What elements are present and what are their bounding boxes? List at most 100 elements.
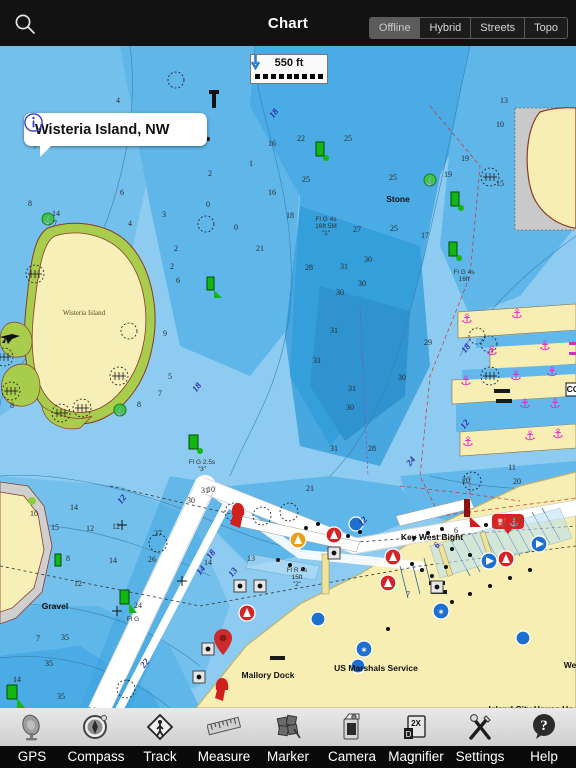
svg-text:Fl G: Fl G bbox=[127, 616, 139, 623]
svg-text:"2": "2" bbox=[293, 581, 302, 588]
depth-sounding: 25 bbox=[389, 173, 397, 182]
map-label: Key West Bight bbox=[401, 532, 463, 542]
depth-sounding: 7 bbox=[53, 219, 57, 228]
place-callout[interactable]: Wisteria Island, NW bbox=[24, 113, 208, 157]
svg-text:"3": "3" bbox=[198, 466, 207, 473]
svg-text:15ft: 15ft bbox=[292, 574, 303, 581]
depth-sounding: 10 bbox=[30, 509, 38, 518]
depth-sounding: 25 bbox=[390, 224, 398, 233]
depth-sounding: 12 bbox=[74, 579, 82, 588]
scale-tick bbox=[255, 74, 260, 79]
magnifier-2x-icon[interactable]: 2X D bbox=[384, 708, 448, 746]
svg-text:Fl G 2.5s: Fl G 2.5s bbox=[189, 459, 216, 466]
depth-sounding: 25 bbox=[302, 175, 310, 184]
toolbar-label-help[interactable]: Help bbox=[512, 746, 576, 768]
scale-tick bbox=[278, 74, 284, 79]
depth-sounding: 14 bbox=[13, 675, 21, 684]
depth-sounding: 12 bbox=[112, 522, 120, 531]
map-label: Wisteria Island bbox=[63, 309, 106, 317]
svg-text:?: ? bbox=[540, 718, 548, 734]
depth-sounding: 31 bbox=[348, 384, 356, 393]
depth-sounding: 22 bbox=[297, 134, 305, 143]
depth-sounding: 6 bbox=[120, 188, 124, 197]
depth-sounding: 15 bbox=[51, 523, 59, 532]
toolbar-icon-row: 2X D? bbox=[0, 708, 576, 746]
depth-sounding: 10 bbox=[496, 120, 504, 129]
toolbar-label-marker[interactable]: Marker bbox=[256, 746, 320, 768]
scale-tick bbox=[310, 74, 316, 79]
svg-text:✶: ✶ bbox=[437, 607, 445, 617]
svg-text:⚓: ⚓ bbox=[549, 397, 561, 412]
depth-sounding: 14 bbox=[109, 556, 117, 565]
map-label: Stone bbox=[386, 194, 410, 204]
svg-text:⚓: ⚓ bbox=[115, 406, 125, 416]
svg-text:16ft 5M: 16ft 5M bbox=[315, 223, 337, 230]
scale-tick bbox=[270, 74, 276, 79]
question-bubble-icon[interactable]: ? bbox=[512, 708, 576, 746]
depth-sounding: 29 bbox=[424, 338, 432, 347]
compass-icon[interactable] bbox=[64, 708, 128, 746]
svg-text:⚓: ⚓ bbox=[425, 176, 435, 186]
svg-text:⚓: ⚓ bbox=[524, 429, 536, 444]
depth-sounding: 14 bbox=[70, 503, 78, 512]
nautical-chart-map[interactable]: ⚓ ⚓ ⚓ ⚓ ⚓ ⚓ ⚓ ⚓ ⚓ ⚓ ⚓ ⚓ ⚓ ⚓ ⚓ ✶ ✶ ⛽ ⚓ Fl… bbox=[0, 46, 576, 708]
tools-icon[interactable] bbox=[448, 708, 512, 746]
callout-title: Wisteria Island, NW bbox=[35, 121, 170, 138]
segment-topo[interactable]: Topo bbox=[525, 18, 567, 38]
scale-tick bbox=[302, 74, 308, 79]
depth-sounding: 4 bbox=[116, 96, 120, 105]
svg-text:⚓: ⚓ bbox=[510, 369, 522, 384]
depth-sounding: 6 bbox=[176, 276, 180, 285]
svg-text:⚓: ⚓ bbox=[546, 365, 558, 380]
segment-offline[interactable]: Offline bbox=[369, 18, 421, 38]
depth-sounding: 26 bbox=[148, 555, 156, 564]
toolbar-label-measure[interactable]: Measure bbox=[192, 746, 256, 768]
svg-text:D: D bbox=[406, 730, 412, 739]
svg-text:⚓: ⚓ bbox=[460, 374, 472, 389]
depth-sounding: 35 bbox=[57, 692, 65, 701]
toolbar-label-settings[interactable]: Settings bbox=[448, 746, 512, 768]
depth-sounding: 27 bbox=[154, 529, 162, 538]
toolbar-label-compass[interactable]: Compass bbox=[64, 746, 128, 768]
toolbar-label-magnifier[interactable]: Magnifier bbox=[384, 746, 448, 768]
depth-sounding: 16 bbox=[268, 188, 276, 197]
svg-text:Fl G 4s: Fl G 4s bbox=[454, 269, 476, 276]
map-label: CG bbox=[567, 384, 576, 394]
segment-hybrid[interactable]: Hybrid bbox=[420, 18, 472, 38]
svg-text:2X: 2X bbox=[411, 719, 421, 728]
depth-sounding: 18 bbox=[286, 211, 294, 220]
depth-sounding: 21 bbox=[306, 484, 314, 493]
depth-sounding: 16 bbox=[268, 139, 276, 148]
svg-text:⛽ ⚓: ⛽ ⚓ bbox=[497, 517, 519, 527]
toolbar-label-camera[interactable]: Camera bbox=[320, 746, 384, 768]
bottom-toolbar: 2X D? GPS Compass Track Measure Marker Camera M… bbox=[0, 708, 576, 768]
depth-sounding: 7 bbox=[158, 389, 162, 398]
depth-sounding: 17 bbox=[421, 231, 429, 240]
satellite-dish-icon[interactable] bbox=[0, 708, 64, 746]
depth-sounding: 2 bbox=[208, 169, 212, 178]
ruler-icon[interactable] bbox=[192, 708, 256, 746]
svg-text:⚓: ⚓ bbox=[462, 435, 474, 450]
toolbar-label-gps[interactable]: GPS bbox=[0, 746, 64, 768]
pedestrian-diamond-icon[interactable] bbox=[128, 708, 192, 746]
depth-sounding: 28 bbox=[305, 263, 313, 272]
map-label: Gravel bbox=[42, 601, 68, 611]
depth-sounding: 30 bbox=[346, 403, 354, 412]
segment-streets[interactable]: Streets bbox=[471, 18, 526, 38]
depth-sounding: 15 bbox=[496, 179, 504, 188]
depth-sounding: 8 bbox=[137, 400, 141, 409]
depth-sounding: 27 bbox=[353, 225, 361, 234]
info-icon[interactable] bbox=[24, 113, 196, 139]
toolbar-label-track[interactable]: Track bbox=[128, 746, 192, 768]
scale-ticks bbox=[255, 74, 323, 80]
scale-tick bbox=[262, 74, 268, 79]
callout-tail bbox=[40, 139, 58, 157]
depth-sounding: 20 bbox=[513, 477, 521, 486]
depth-sounding: 3 bbox=[162, 210, 166, 219]
video-camera-icon[interactable] bbox=[320, 708, 384, 746]
map-pin-mallory-dock[interactable] bbox=[214, 629, 232, 655]
chart-app-screen: ⚓ ⚓ ⚓ ⚓ ⚓ ⚓ ⚓ ⚓ ⚓ ⚓ ⚓ ⚓ ⚓ ⚓ ⚓ ✶ ✶ ⛽ ⚓ Fl… bbox=[0, 0, 576, 768]
pushpin-icon[interactable] bbox=[256, 708, 320, 746]
map-layer-segmented-control[interactable]: Offline Hybrid Streets Topo bbox=[368, 17, 568, 39]
svg-text:Fl R 4s: Fl R 4s bbox=[287, 567, 308, 574]
